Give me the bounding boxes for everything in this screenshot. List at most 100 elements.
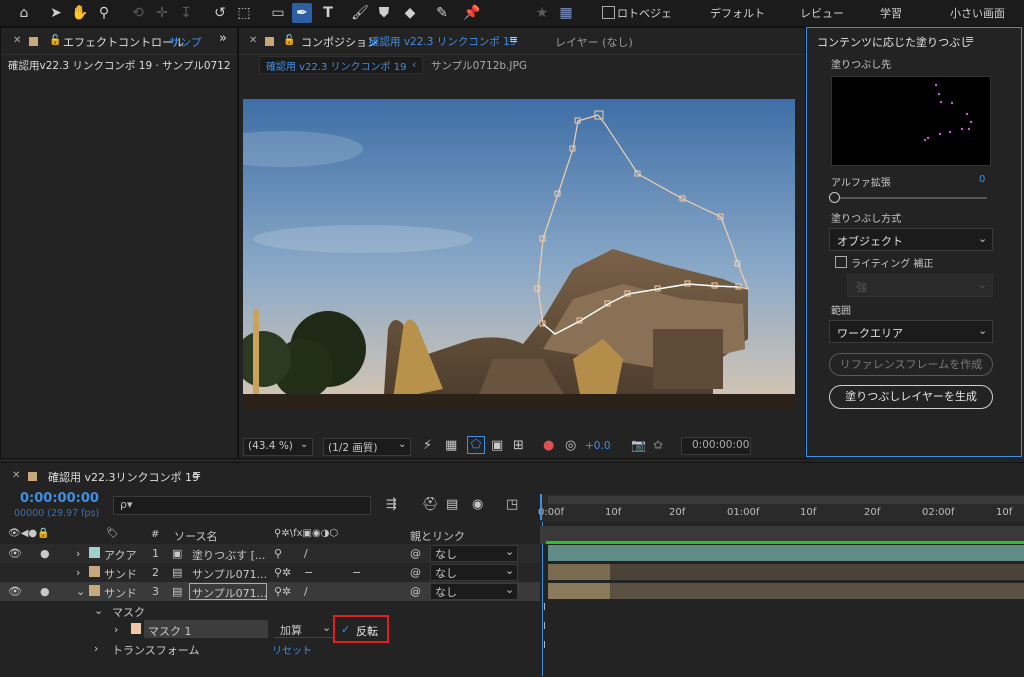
expand-chevron-down-icon[interactable]: ⌄ bbox=[94, 604, 103, 617]
layer-3-bar-segment[interactable] bbox=[548, 583, 610, 599]
transparency-grid-icon[interactable]: ▦ bbox=[445, 438, 457, 453]
expand-chevron-icon[interactable]: › bbox=[94, 642, 98, 655]
orbit-icon[interactable]: ⟲ bbox=[128, 3, 148, 23]
keyframe-marker-icon[interactable]: I bbox=[543, 602, 546, 613]
rectangle-icon[interactable]: ▭ bbox=[268, 3, 288, 23]
pickwhip-icon[interactable]: @ bbox=[410, 585, 421, 598]
fast-previews-icon[interactable]: ⚡ bbox=[423, 438, 432, 453]
layer-label-color[interactable] bbox=[89, 547, 100, 558]
frame-blending-icon[interactable]: ▤ bbox=[446, 497, 458, 512]
grid-guides-icon[interactable]: ⊞ bbox=[513, 438, 524, 453]
show-snapshot-icon[interactable]: ✿ bbox=[653, 438, 663, 452]
composition-tab[interactable]: ✕ 🔓 コンポジション 確認用 v22.3 リンクコンポ 19 ≡ レイヤー (… bbox=[239, 28, 805, 55]
layer-source-name[interactable]: 塗りつぶす [... bbox=[192, 547, 265, 563]
layer-label-color[interactable] bbox=[89, 585, 100, 596]
layer-2-bar-segment[interactable] bbox=[548, 564, 610, 580]
quality-slash-icon[interactable]: / bbox=[304, 585, 308, 598]
quality-dash-icon[interactable]: − bbox=[304, 566, 313, 579]
dolly-icon[interactable]: ↧ bbox=[176, 3, 196, 23]
lock-icon[interactable]: 🔓 bbox=[283, 35, 295, 46]
resolution-dropdown[interactable]: (1/2 画質) ⌄ bbox=[323, 438, 411, 456]
breadcrumb-active[interactable]: 確認用 v22.3 リンクコンポ 19 ‹ bbox=[259, 56, 423, 74]
visibility-eye-icon[interactable]: 👁 bbox=[8, 547, 22, 560]
panel-menu-icon[interactable]: ≡ bbox=[192, 468, 201, 481]
home-icon[interactable]: ⌂ bbox=[14, 3, 34, 23]
layer-2-bar[interactable] bbox=[548, 564, 1024, 580]
work-area-bar[interactable] bbox=[548, 496, 1024, 504]
alpha-expansion-value[interactable]: 0 bbox=[979, 174, 985, 185]
transform-reset-link[interactable]: リセット bbox=[272, 642, 312, 657]
adjustment-dash-icon[interactable]: − bbox=[352, 566, 361, 579]
layer-label-color[interactable] bbox=[89, 566, 100, 577]
workspace-learn[interactable]: 学習 bbox=[880, 5, 902, 21]
parent-dropdown[interactable]: なし ⌄ bbox=[430, 583, 518, 600]
close-icon[interactable]: ✕ bbox=[249, 35, 257, 46]
draft-3d-icon[interactable]: ⛑ bbox=[422, 497, 439, 512]
solo-dot-icon[interactable]: ● bbox=[40, 585, 50, 598]
mask-visibility-icon[interactable]: ⬠ bbox=[467, 436, 485, 454]
pickwhip-icon[interactable]: @ bbox=[410, 547, 421, 560]
label-column-icon[interactable]: 🏷 bbox=[106, 528, 119, 539]
av-features-icons[interactable]: 👁◀●🔒 bbox=[8, 528, 50, 539]
selection-arrow-icon[interactable]: ➤ bbox=[46, 3, 66, 23]
keyframe-marker-icon[interactable]: I bbox=[543, 621, 546, 632]
rotate-icon[interactable]: ↺ bbox=[210, 3, 230, 23]
mask-1-row[interactable]: › マスク 1 加算 ⌄ ✓ 反転 bbox=[0, 615, 540, 643]
timeline-tab-title[interactable]: 確認用 v22.3リンクコンポ 19 bbox=[48, 469, 199, 485]
parent-dropdown[interactable]: なし ⌄ bbox=[430, 564, 518, 581]
workspace-small-screen[interactable]: 小さい画面 bbox=[950, 5, 1005, 21]
parent-link-header[interactable]: 親とリンク bbox=[410, 528, 465, 544]
workspace-review[interactable]: レビュー bbox=[800, 5, 844, 21]
shy-icon[interactable]: ⚲ bbox=[274, 547, 282, 560]
pickwhip-icon[interactable]: @ bbox=[410, 566, 421, 579]
layer-3-bar[interactable] bbox=[548, 583, 1024, 599]
snapshot-icon[interactable]: 📷 bbox=[631, 438, 646, 452]
range-dropdown[interactable]: ワークエリア ⌄ bbox=[829, 320, 993, 343]
composition-viewer[interactable] bbox=[243, 99, 795, 410]
layer-number-header[interactable]: # bbox=[151, 529, 159, 540]
invert-checkbox-checkmark[interactable]: ✓ bbox=[341, 623, 350, 636]
timeline-current-time[interactable]: 0:00:00:00 bbox=[20, 491, 99, 506]
expand-chevron-icon[interactable]: › bbox=[114, 623, 118, 636]
timeline-search-input[interactable]: ρ▾ bbox=[113, 496, 371, 515]
create-reference-frame-button[interactable]: リファレンスフレームを作成 bbox=[829, 353, 993, 376]
motion-blur-icon[interactable]: ◉ bbox=[472, 497, 483, 512]
lock-icon[interactable]: 🔓 bbox=[49, 35, 61, 46]
shy-icon[interactable]: ⚲✲ bbox=[274, 585, 291, 598]
shy-icon[interactable]: ⚲✲ bbox=[274, 566, 291, 579]
puppet-pin-icon[interactable]: 📌 bbox=[462, 3, 482, 23]
current-time-indicator[interactable] bbox=[540, 494, 551, 520]
graph-editor-icon[interactable]: ◳ bbox=[506, 497, 518, 512]
parent-dropdown[interactable]: なし ⌄ bbox=[430, 545, 518, 562]
source-name-header[interactable]: ソース名 bbox=[174, 528, 217, 544]
layer-row-1[interactable]: 👁 ● › アクア 1 ▣ 塗りつぶす [... ⚲ / @ なし ⌄ bbox=[0, 544, 540, 563]
magnification-dropdown[interactable]: (43.4 %) ⌄ bbox=[243, 438, 313, 456]
hand-icon[interactable]: ✋ bbox=[70, 3, 90, 23]
roto-bezier-checkbox[interactable] bbox=[602, 6, 615, 19]
panel-overflow-icon[interactable]: » bbox=[219, 31, 227, 46]
visibility-eye-icon[interactable]: 👁 bbox=[8, 585, 22, 598]
transform-row[interactable]: › トランスフォーム リセット bbox=[0, 639, 540, 658]
layer-row-3[interactable]: 👁 ● ⌄ サンド 3 ▤ サンプル071... ⚲✲ / @ なし ⌄ bbox=[0, 582, 540, 601]
layer-source-name[interactable]: サンプル071... bbox=[192, 585, 267, 601]
color-channels-icon[interactable]: ● bbox=[543, 438, 554, 453]
workspace-default[interactable]: デフォルト bbox=[710, 5, 765, 21]
pen-icon[interactable]: ✒ bbox=[292, 3, 312, 23]
breadcrumb-file[interactable]: サンプル0712b.JPG bbox=[431, 58, 527, 73]
lighting-correction-checkbox[interactable] bbox=[835, 256, 847, 268]
reset-exposure-icon[interactable]: ◎ bbox=[565, 438, 576, 453]
switches-header-icons[interactable]: ⚲✲\fx▣◉◑⬡ bbox=[274, 528, 338, 539]
panel-menu-icon[interactable]: ≡ bbox=[509, 33, 518, 46]
mask-color-swatch[interactable] bbox=[131, 623, 141, 634]
roto-brush-icon[interactable]: ✎ bbox=[432, 3, 452, 23]
eraser-icon[interactable]: ◆ bbox=[400, 3, 420, 23]
region-of-interest-icon[interactable]: ▣ bbox=[491, 438, 503, 453]
type-icon[interactable]: T bbox=[318, 3, 338, 23]
comp-mini-flowchart-icon[interactable]: ⇶ bbox=[386, 497, 397, 512]
generate-fill-layer-button[interactable]: 塗りつぶしレイヤーを生成 bbox=[829, 385, 993, 409]
layer-panel-tab[interactable]: レイヤー (なし) bbox=[555, 34, 633, 50]
pan-icon[interactable]: ✛ bbox=[152, 3, 172, 23]
current-time-field[interactable]: 0:00:00:00 bbox=[681, 437, 751, 455]
panel-menu-icon[interactable]: ≡ bbox=[965, 33, 974, 46]
mask-mode-dropdown[interactable]: 加算 ⌄ bbox=[274, 620, 334, 638]
